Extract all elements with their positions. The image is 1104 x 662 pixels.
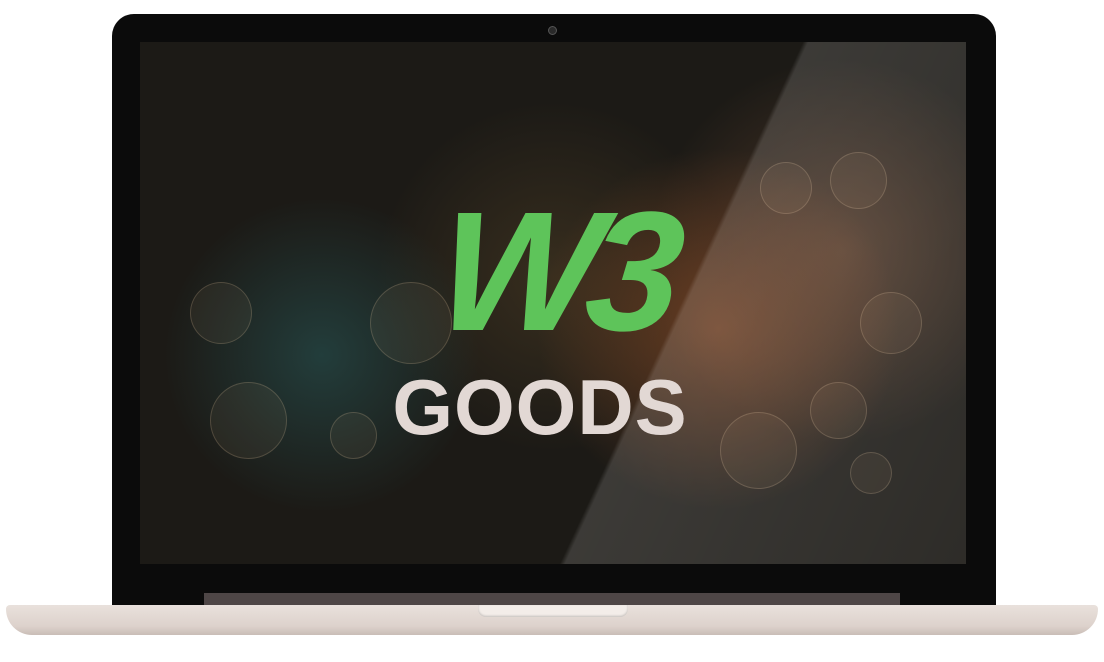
bokeh-circle bbox=[850, 452, 892, 494]
bokeh-circle bbox=[330, 412, 377, 459]
logo-w3: W3 bbox=[429, 177, 681, 367]
laptop-screen: W3 GOODS bbox=[140, 42, 966, 564]
bokeh-circle bbox=[860, 292, 922, 354]
logo-goods: GOODS bbox=[392, 363, 688, 451]
bokeh-circle bbox=[810, 382, 867, 439]
lid-open-notch bbox=[478, 605, 628, 617]
bokeh-circle bbox=[830, 152, 887, 209]
bokeh-circle bbox=[720, 412, 797, 489]
bokeh-circle bbox=[190, 282, 252, 344]
bokeh-circle bbox=[210, 382, 287, 459]
bokeh-circle bbox=[760, 162, 812, 214]
camera-icon bbox=[548, 26, 557, 35]
laptop-hinge bbox=[204, 593, 900, 605]
